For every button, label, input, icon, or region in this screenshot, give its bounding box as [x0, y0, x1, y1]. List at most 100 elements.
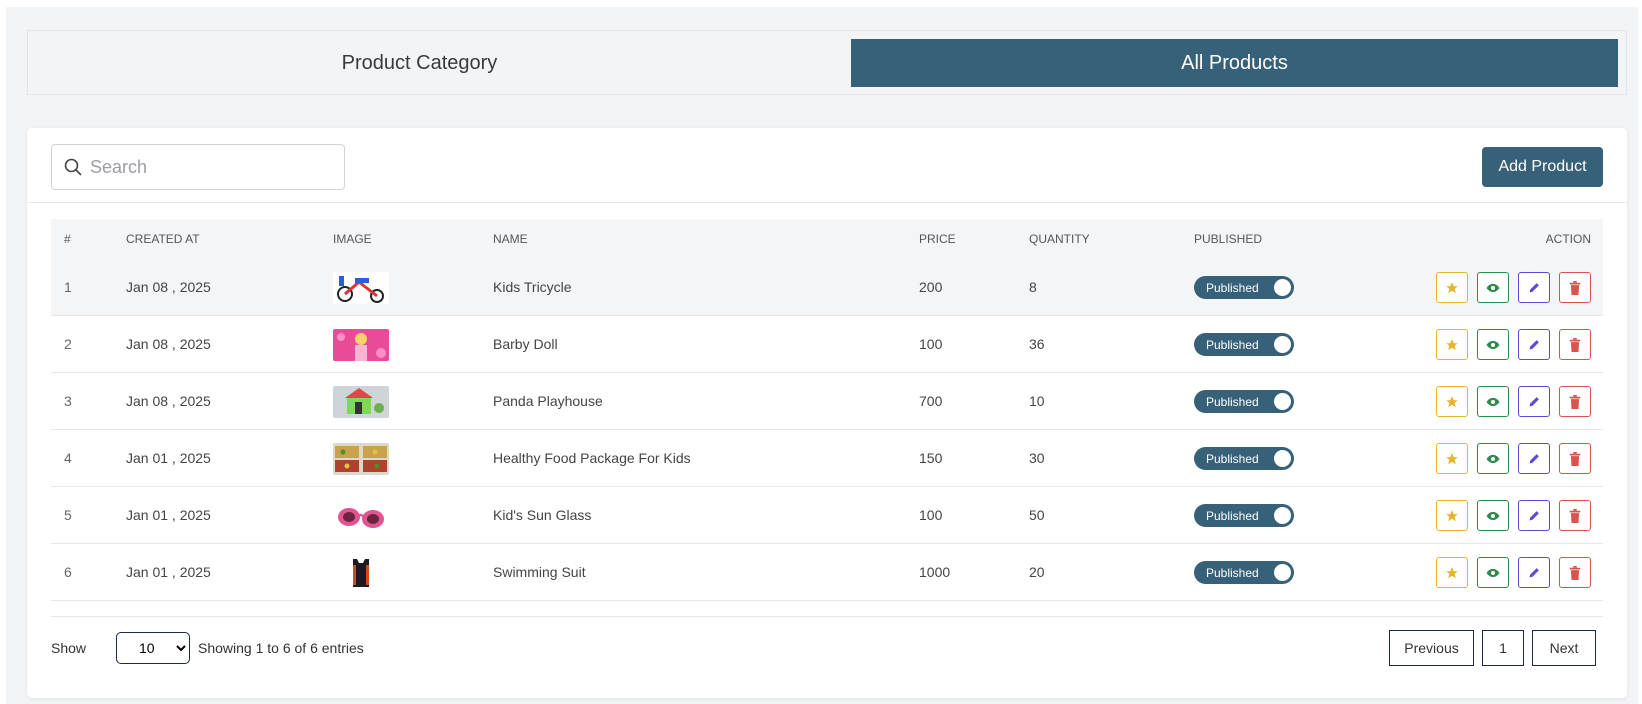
product-thumbnail	[333, 500, 389, 532]
view-button[interactable]	[1477, 329, 1509, 360]
trash-icon	[1569, 337, 1581, 352]
row-quantity: 8	[1029, 279, 1037, 295]
toggle-knob	[1274, 336, 1291, 353]
row-price: 150	[919, 450, 943, 466]
published-toggle[interactable]: Published	[1194, 333, 1294, 356]
view-button[interactable]	[1477, 557, 1509, 588]
product-thumbnail	[333, 272, 389, 304]
row-number: 6	[64, 564, 72, 580]
view-button[interactable]	[1477, 500, 1509, 531]
published-toggle-label: Published	[1206, 508, 1259, 523]
pencil-icon	[1529, 283, 1539, 293]
edit-button[interactable]	[1518, 500, 1550, 531]
published-toggle-label: Published	[1206, 451, 1259, 466]
add-product-button[interactable]: Add Product	[1482, 147, 1603, 187]
tab-all-products[interactable]: All Products	[851, 39, 1618, 87]
col-header-price: PRICE	[919, 232, 956, 246]
edit-button[interactable]	[1518, 386, 1550, 417]
view-button[interactable]	[1477, 443, 1509, 474]
tab-product-category[interactable]: Product Category	[36, 39, 803, 87]
edit-button[interactable]	[1518, 557, 1550, 588]
trash-icon	[1569, 508, 1581, 523]
published-toggle-label: Published	[1206, 394, 1259, 409]
search-box[interactable]	[51, 144, 345, 190]
row-created-at: Jan 08 , 2025	[126, 279, 211, 295]
table-row: 6 Jan 01 , 2025 Swimming Suit 1000 20 Pu…	[51, 544, 1603, 601]
row-product-name: Kid's Sun Glass	[493, 507, 592, 523]
delete-button[interactable]	[1559, 386, 1591, 417]
toggle-knob	[1274, 564, 1291, 581]
star-icon	[1446, 281, 1458, 293]
pencil-icon	[1529, 568, 1539, 578]
view-button[interactable]	[1477, 386, 1509, 417]
page-background: Product Category All Products Add Produc…	[6, 7, 1638, 704]
star-icon	[1446, 566, 1458, 578]
toggle-knob	[1274, 279, 1291, 296]
view-button[interactable]	[1477, 272, 1509, 303]
row-price: 700	[919, 393, 943, 409]
toolbar: Add Product	[27, 128, 1627, 203]
feature-button[interactable]	[1436, 272, 1468, 303]
edit-button[interactable]	[1518, 272, 1550, 303]
delete-button[interactable]	[1559, 557, 1591, 588]
row-actions	[1436, 443, 1591, 474]
row-quantity: 10	[1029, 393, 1045, 409]
row-quantity: 20	[1029, 564, 1045, 580]
row-price: 100	[919, 336, 943, 352]
eye-icon	[1486, 511, 1500, 520]
row-created-at: Jan 08 , 2025	[126, 336, 211, 352]
feature-button[interactable]	[1436, 386, 1468, 417]
eye-icon	[1486, 454, 1500, 463]
row-created-at: Jan 01 , 2025	[126, 507, 211, 523]
published-toggle[interactable]: Published	[1194, 276, 1294, 299]
row-quantity: 30	[1029, 450, 1045, 466]
feature-button[interactable]	[1436, 443, 1468, 474]
row-actions	[1436, 386, 1591, 417]
published-toggle[interactable]: Published	[1194, 390, 1294, 413]
row-number: 2	[64, 336, 72, 352]
star-icon	[1446, 338, 1458, 350]
feature-button[interactable]	[1436, 500, 1468, 531]
delete-button[interactable]	[1559, 329, 1591, 360]
trash-icon	[1569, 394, 1581, 409]
search-input[interactable]	[90, 156, 330, 178]
row-actions	[1436, 329, 1591, 360]
previous-page-button[interactable]: Previous	[1389, 630, 1474, 666]
eye-icon	[1486, 340, 1500, 349]
published-toggle[interactable]: Published	[1194, 447, 1294, 470]
toggle-knob	[1274, 507, 1291, 524]
product-thumbnail	[333, 386, 389, 418]
published-toggle[interactable]: Published	[1194, 504, 1294, 527]
delete-button[interactable]	[1559, 443, 1591, 474]
table-row: 4 Jan 01 , 2025 Healthy Food Package For…	[51, 430, 1603, 487]
page-number-button[interactable]: 1	[1482, 630, 1524, 666]
product-thumbnail	[333, 443, 389, 475]
table-row: 3 Jan 08 , 2025 Panda Playhouse 700 10 P…	[51, 373, 1603, 430]
toggle-knob	[1274, 450, 1291, 467]
col-header-name: NAME	[493, 232, 528, 246]
col-header-published: PUBLISHED	[1194, 232, 1263, 246]
page-size-select[interactable]: 10	[116, 632, 190, 664]
delete-button[interactable]	[1559, 272, 1591, 303]
pencil-icon	[1529, 340, 1539, 350]
star-icon	[1446, 509, 1458, 521]
delete-button[interactable]	[1559, 500, 1591, 531]
table-header: # CREATED AT IMAGE NAME PRICE QUANTITY P…	[51, 219, 1603, 259]
entries-info: Showing 1 to 6 of 6 entries	[198, 640, 364, 656]
search-icon	[64, 158, 82, 176]
feature-button[interactable]	[1436, 329, 1468, 360]
eye-icon	[1486, 283, 1500, 292]
trash-icon	[1569, 451, 1581, 466]
row-created-at: Jan 08 , 2025	[126, 393, 211, 409]
next-page-button[interactable]: Next	[1532, 630, 1596, 666]
edit-button[interactable]	[1518, 443, 1550, 474]
row-actions	[1436, 272, 1591, 303]
published-toggle[interactable]: Published	[1194, 561, 1294, 584]
feature-button[interactable]	[1436, 557, 1468, 588]
eye-icon	[1486, 568, 1500, 577]
star-icon	[1446, 452, 1458, 464]
row-product-name: Kids Tricycle	[493, 279, 572, 295]
edit-button[interactable]	[1518, 329, 1550, 360]
row-product-name: Swimming Suit	[493, 564, 586, 580]
show-label: Show	[51, 640, 87, 656]
